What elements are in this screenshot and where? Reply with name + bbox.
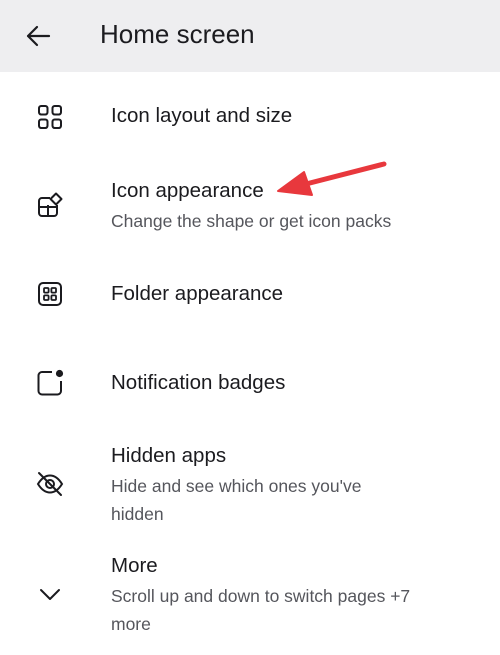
setting-item-icon-layout[interactable]: Icon layout and size [0, 86, 500, 148]
setting-item-label: Icon layout and size [111, 104, 293, 127]
grid-layout-icon [34, 101, 66, 133]
setting-item-subtitle: Scroll up and down to switch pages +7 mo… [111, 586, 411, 634]
setting-item-notification-badges[interactable]: Notification badges [0, 352, 500, 414]
page-title: Home screen [100, 19, 255, 49]
setting-item-label: Hidden apps [111, 444, 227, 467]
setting-item-more[interactable]: More Scroll up and down to switch pages … [0, 550, 500, 642]
setting-item-label: Icon appearance [111, 179, 264, 202]
back-button[interactable] [20, 18, 56, 54]
notification-badge-icon [34, 367, 66, 399]
chevron-down-icon [34, 578, 66, 610]
folder-grid-icon [34, 278, 66, 310]
setting-item-label: More [111, 554, 158, 577]
arrow-left-icon [26, 25, 51, 47]
setting-item-label: Notification badges [111, 371, 286, 394]
setting-item-hidden-apps[interactable]: Hidden apps Hide and see which ones you'… [0, 440, 500, 532]
setting-item-icon-appearance[interactable]: Icon appearance Change the shape or get … [0, 165, 500, 243]
setting-item-subtitle: Hide and see which ones you've hidden [111, 476, 362, 524]
eye-off-icon [34, 468, 66, 500]
setting-item-label: Folder appearance [111, 282, 284, 305]
icon-shapes-icon [34, 189, 66, 221]
setting-item-folder-appearance[interactable]: Folder appearance [0, 263, 500, 325]
top-app-bar: Home screen [0, 0, 500, 72]
setting-item-subtitle: Change the shape or get icon packs [111, 211, 392, 231]
